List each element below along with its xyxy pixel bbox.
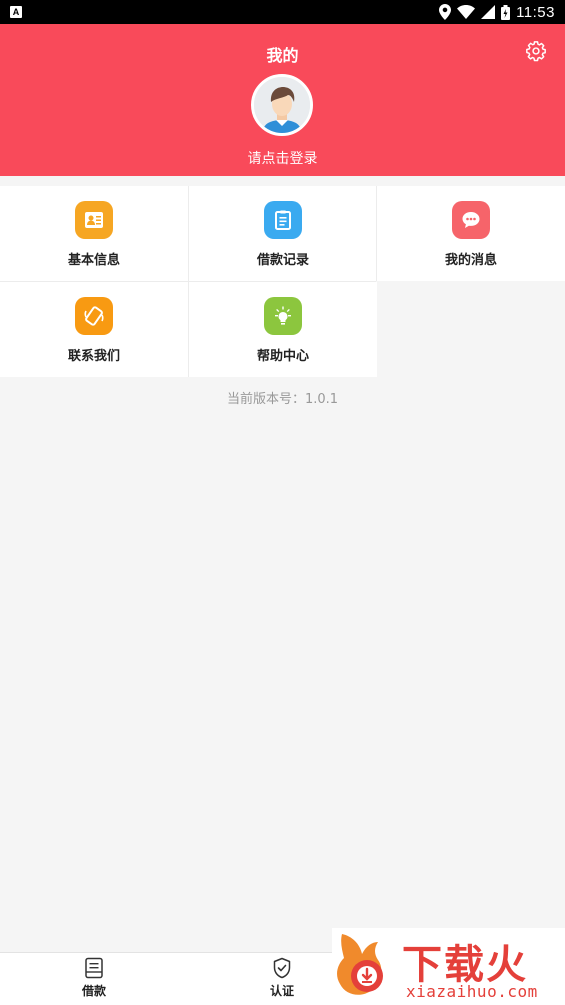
signal-icon: [481, 5, 496, 19]
menu-item-loan-records[interactable]: 借款记录: [189, 186, 377, 281]
menu-item-contact-us[interactable]: 联系我们: [0, 282, 188, 377]
status-bar: A 11:53: [0, 0, 565, 24]
chat-bubble-icon: [452, 201, 490, 239]
avatar[interactable]: [251, 74, 313, 136]
menu-item-label: 借款记录: [256, 253, 309, 268]
grid-divider: [376, 186, 377, 281]
document-icon: [85, 957, 103, 979]
watermark: 下载火 xiazaihuo.com: [332, 928, 565, 1005]
wifi-icon: [457, 5, 476, 19]
nav-item-label: 认证: [269, 984, 294, 998]
user-avatar-icon: [254, 77, 310, 133]
profile-header: 我的 请点击登录: [0, 24, 565, 176]
location-icon: [439, 4, 452, 20]
battery-icon: [501, 4, 511, 20]
menu-item-label: 基本信息: [67, 253, 120, 268]
clipboard-icon: [264, 201, 302, 239]
menu-item-my-messages[interactable]: 我的消息: [377, 186, 565, 281]
phone-icon: [75, 297, 113, 335]
menu-item-basic-info[interactable]: 基本信息: [0, 186, 188, 281]
menu-item-label: 我的消息: [444, 253, 497, 268]
contact-card-icon: [75, 201, 113, 239]
menu-item-label: 联系我们: [67, 349, 120, 364]
watermark-url: xiazaihuo.com: [406, 982, 538, 1001]
status-time: 11:53: [516, 3, 555, 21]
settings-gear-icon[interactable]: [525, 40, 547, 62]
version-label: 当前版本号：1.0.1: [226, 392, 339, 407]
menu-item-label: 帮助中心: [256, 349, 309, 364]
lightbulb-icon: [264, 297, 302, 335]
shield-check-icon: [273, 957, 291, 979]
nav-item-loan[interactable]: 借款: [0, 957, 188, 1002]
notification-icon: A: [10, 6, 22, 18]
nav-item-label: 借款: [81, 984, 106, 998]
menu-item-help-center[interactable]: 帮助中心: [189, 282, 377, 377]
grid-divider: [0, 281, 376, 282]
login-prompt[interactable]: 请点击登录: [0, 148, 565, 168]
page-title: 我的: [266, 46, 299, 65]
flame-logo-icon: [337, 934, 383, 995]
